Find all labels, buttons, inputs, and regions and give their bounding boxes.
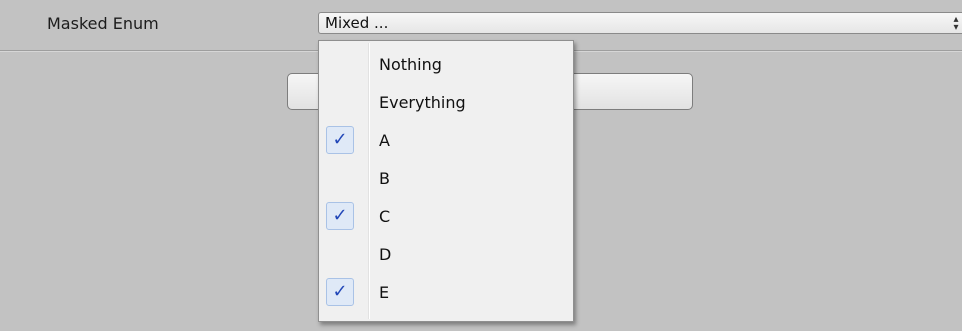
checkmark-icon: ✓ (326, 202, 354, 230)
menu-item-everything[interactable]: Everything (321, 85, 571, 121)
menu-item-b[interactable]: B (321, 161, 571, 197)
up-down-arrows-icon: ▴ ▾ (953, 14, 959, 33)
menu-item-a[interactable]: ✓ A (321, 123, 571, 159)
menu-item-label: C (379, 207, 391, 226)
menu-item-label: Nothing (379, 55, 442, 74)
masked-enum-popup[interactable]: Mixed ... ▴ ▾ (318, 12, 962, 34)
enum-dropdown-menu: Nothing Everything ✓ A B ✓ C D ✓ E (318, 40, 574, 322)
menu-item-label: Everything (379, 93, 466, 112)
menu-item-c[interactable]: ✓ C (321, 199, 571, 235)
checkmark-icon: ✓ (326, 278, 354, 306)
masked-enum-label: Masked Enum (47, 14, 159, 33)
masked-enum-value: Mixed ... (325, 14, 389, 32)
menu-item-e[interactable]: ✓ E (321, 275, 571, 311)
menu-item-label: E (379, 283, 390, 302)
menu-item-nothing[interactable]: Nothing (321, 47, 571, 83)
menu-item-label: A (379, 131, 390, 150)
menu-item-label: D (379, 245, 392, 264)
menu-item-label: B (379, 169, 390, 188)
menu-item-d[interactable]: D (321, 237, 571, 273)
checkmark-icon: ✓ (326, 126, 354, 154)
